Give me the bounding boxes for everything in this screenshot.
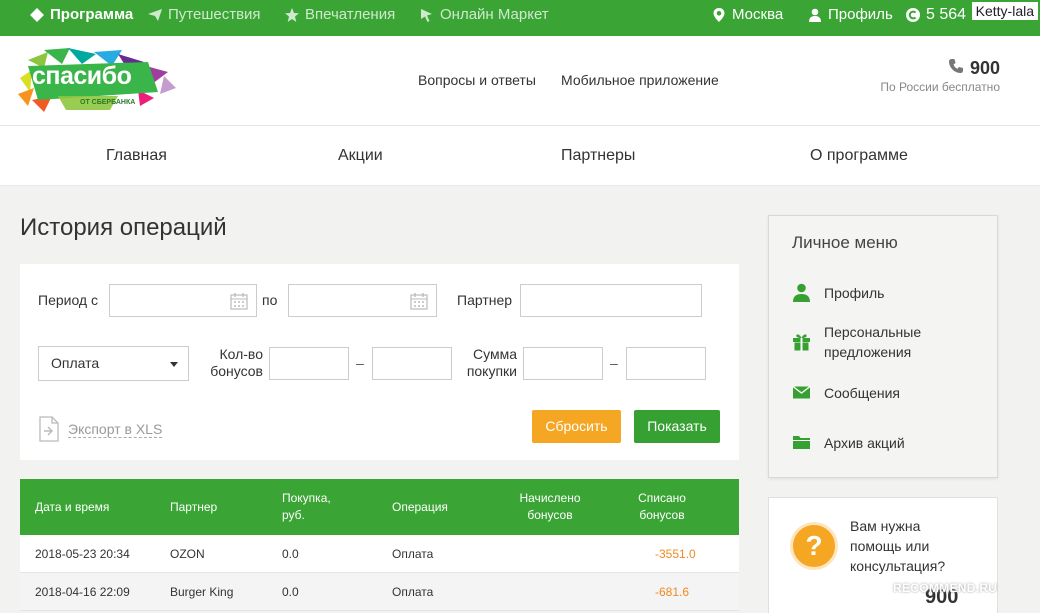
period-to-label: по [262,292,278,308]
operations-table: Дата и время Партнер Покупка, руб. Операц… [20,479,739,611]
partner-label: Партнер [457,292,513,308]
page-title: История операций [20,214,227,241]
period-from-label: Период с [38,292,98,308]
logo-subtitle: ОТ СБЕРБАНКА [80,99,136,106]
nav-item-partners[interactable]: Партнеры [561,126,635,186]
menu-item-profile[interactable]: Профиль [792,283,884,303]
filter-panel: Период с по Партнер Оплата Кол-во бонусо… [20,264,739,460]
author-watermark: Ketty-lala [971,2,1038,20]
cell-date: 2018-05-23 20:34 [35,547,130,561]
help-text: Вам нужна помощь или консультация? [850,518,946,574]
user-icon [808,8,822,22]
column-header-accrued[interactable]: Начислено бонусов [510,479,590,535]
hotline-subtitle: По России бесплатно [880,80,1000,94]
chevron-down-icon [170,362,178,367]
cell-date: 2018-04-16 22:09 [35,585,130,599]
table-header: Дата и время Партнер Покупка, руб. Операц… [20,479,739,535]
logo-text: спасибо [32,62,132,90]
column-header-operation[interactable]: Операция [392,479,448,535]
topbar-travel-link[interactable]: Путешествия [148,0,261,30]
topbar-city-selector[interactable]: Москва [712,0,783,30]
personal-menu-title: Личное меню [792,233,898,252]
menu-item-messages[interactable]: Сообщения [792,383,900,403]
calendar-icon[interactable] [410,292,428,310]
column-header-partner[interactable]: Партнер [170,479,217,535]
topbar-program-link[interactable]: Программа [30,0,133,30]
cell-spent: -681.6 [655,585,690,599]
export-xls-link[interactable]: Экспорт в XLS [38,416,163,442]
reset-button[interactable]: Сбросить [532,410,621,443]
topbar-market-link[interactable]: Онлайн Маркет [420,0,549,30]
menu-item-archive[interactable]: Архив акций [792,433,905,453]
recommend-watermark: RECOMMEND.RU [893,581,998,595]
mobile-app-link[interactable]: Мобильное приложение [561,72,719,88]
bonus-range-dash: – [356,355,364,371]
nav-item-home[interactable]: Главная [106,126,167,186]
user-icon [792,283,811,302]
hotline[interactable]: 900 По России бесплатно [880,58,1000,94]
sum-from-input[interactable] [523,347,603,380]
topbar-impressions-link[interactable]: Впечатления [285,0,395,30]
column-header-spent[interactable]: Списано бонусов [622,479,702,535]
sum-to-input[interactable] [626,347,706,380]
table-row[interactable]: 2018-05-23 20:34 OZON 0.0 Оплата -3551.0 [20,535,739,573]
nav-item-promotions[interactable]: Акции [338,126,383,186]
main-nav: Главная Акции Партнеры О программе [0,126,1040,186]
nav-item-about[interactable]: О программе [810,126,908,186]
period-from-input[interactable] [109,284,257,317]
star-icon [285,8,299,22]
top-bar: Программа Путешествия Впечатления Онлайн… [0,0,1040,36]
purchase-sum-label: Сумма покупки [466,346,517,379]
cell-purchase: 0.0 [282,585,299,599]
partner-input[interactable] [520,284,702,317]
cursor-icon [420,8,434,22]
bonus-coin-icon [906,8,920,22]
bonus-count-label: Кол-во бонусов [210,346,263,379]
cell-purchase: 0.0 [282,547,299,561]
gift-icon [792,332,811,351]
bonus-from-input[interactable] [269,347,349,380]
question-icon[interactable]: ? [790,522,838,570]
menu-item-offers[interactable]: Персональные предложения [792,322,921,362]
column-header-date[interactable]: Дата и время [35,479,109,535]
cell-operation: Оплата [392,547,434,561]
plane-icon [148,8,162,22]
cell-operation: Оплата [392,585,434,599]
folder-icon [792,433,811,452]
table-row[interactable]: 2018-04-16 22:09 Burger King 0.0 Оплата … [20,573,739,611]
period-to-input[interactable] [288,284,437,317]
show-button[interactable]: Показать [634,410,720,443]
spasibo-logo[interactable]: спасибо ОТ СБЕРБАНКА [18,48,178,114]
help-panel: ? Вам нужна помощь или консультация? 900 [768,497,998,613]
cell-partner: OZON [170,547,205,561]
faq-link[interactable]: Вопросы и ответы [418,72,536,88]
file-export-icon [38,416,60,442]
hotline-number: 900 [969,58,1000,78]
operation-type-select[interactable]: Оплата [38,346,189,381]
cell-partner: Burger King [170,585,234,599]
diamond-icon [30,8,44,22]
personal-menu: Личное меню Профиль Персональные предложе… [768,215,998,478]
bonus-to-input[interactable] [372,347,452,380]
sum-range-dash: – [610,355,618,371]
envelope-icon [792,383,811,402]
cell-spent: -3551.0 [655,547,696,561]
column-header-purchase[interactable]: Покупка, руб. [282,479,331,535]
calendar-icon[interactable] [230,292,248,310]
topbar-profile-link[interactable]: Профиль [808,0,893,30]
phone-icon [948,58,964,79]
header: спасибо ОТ СБЕРБАНКА Вопросы и ответы Мо… [0,36,1040,126]
location-pin-icon [712,8,726,22]
